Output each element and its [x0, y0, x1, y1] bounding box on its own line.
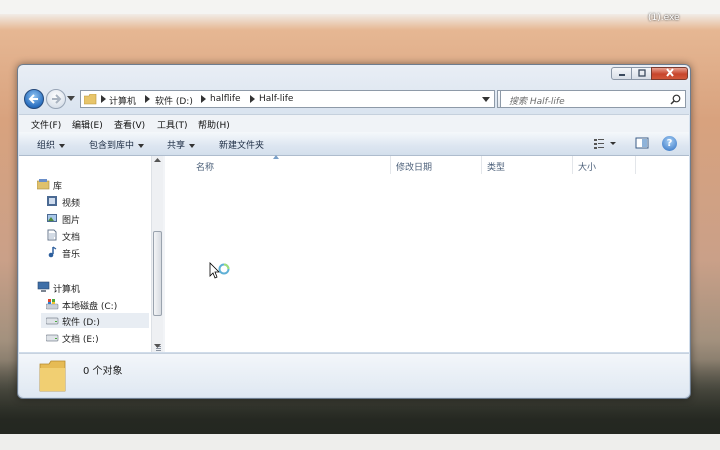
search-box[interactable]: 搜索 Half-life — [500, 90, 686, 108]
column-header-name[interactable]: 名称 — [196, 160, 214, 173]
tree-item-label: 软件 (D:) — [62, 318, 100, 328]
tree-item-software-d[interactable]: 软件 (D:) — [41, 313, 149, 328]
tree-item-videos[interactable]: 视频 — [46, 194, 149, 209]
explorer-window: 计算机 软件 (D:) halflife Half-life 搜索 Half-l… — [17, 64, 691, 399]
menu-file[interactable]: 文件(F) — [31, 118, 61, 131]
search-placeholder: 搜索 Half-life — [509, 97, 565, 107]
busy-cursor-icon — [209, 262, 230, 279]
scroll-up-icon[interactable] — [154, 158, 161, 162]
content-area: 库 视频 图片 文档 音乐 计算机 本地磁盘 (C:) 软件 (D:) 文档 (… — [19, 155, 689, 352]
tree-item-computer[interactable]: 计算机 — [37, 280, 149, 295]
details-pane: 0 个对象 — [19, 353, 689, 397]
picture-icon — [47, 214, 57, 222]
preview-pane-icon[interactable] — [635, 136, 649, 150]
back-icon — [28, 94, 38, 104]
sort-arrow-icon — [273, 155, 279, 159]
document-icon — [47, 229, 57, 241]
new-folder-button[interactable]: 新建文件夹 — [219, 138, 264, 151]
close-button[interactable] — [651, 67, 688, 80]
tree-item-local-disk-c[interactable]: 本地磁盘 (C:) — [46, 297, 149, 312]
column-divider[interactable] — [481, 156, 482, 174]
breadcrumb-arrow-icon[interactable] — [201, 95, 206, 103]
search-icon[interactable] — [670, 94, 681, 105]
menu-bar: 文件(F) 编辑(E) 查看(V) 工具(T) 帮助(H) — [19, 114, 689, 133]
address-dropdown-icon[interactable] — [482, 97, 490, 102]
column-divider[interactable] — [390, 156, 391, 174]
folder-icon — [84, 94, 97, 105]
tree-item-pictures[interactable]: 图片 — [46, 211, 149, 226]
tree-item-label: 库 — [53, 182, 63, 192]
help-icon[interactable]: ? — [662, 136, 677, 151]
maximize-icon — [637, 69, 646, 77]
tree-item-label: 计算机 — [53, 285, 81, 295]
column-header-size[interactable]: 大小 — [578, 160, 596, 173]
tree-item-label: 视频 — [62, 199, 81, 209]
organize-label: 组织 — [37, 141, 56, 151]
library-icon — [37, 179, 50, 190]
navigation-scrollbar[interactable] — [151, 156, 163, 352]
recent-pages-dropdown-icon[interactable] — [67, 96, 75, 101]
address-bar[interactable]: 计算机 软件 (D:) halflife Half-life — [80, 90, 495, 108]
maximize-button[interactable] — [631, 67, 652, 80]
top-stripe — [0, 0, 720, 14]
include-in-library-label: 包含到库中 — [89, 141, 135, 151]
tree-item-libraries[interactable]: 库 — [37, 177, 149, 192]
tree-item-label: 图片 — [62, 216, 81, 226]
drive-icon — [46, 317, 59, 325]
column-header-type[interactable]: 类型 — [487, 160, 505, 173]
menu-help[interactable]: 帮助(H) — [198, 118, 230, 131]
tree-item-documents[interactable]: 文档 — [46, 228, 149, 243]
menu-view[interactable]: 查看(V) — [114, 118, 145, 131]
video-icon — [47, 196, 57, 206]
column-divider[interactable] — [635, 156, 636, 174]
item-count: 0 个对象 — [83, 366, 123, 377]
music-icon — [48, 246, 57, 258]
tree-item-label: 文档 (E:) — [62, 335, 99, 345]
column-divider[interactable] — [572, 156, 573, 174]
breadcrumb-computer[interactable]: 计算机 — [109, 94, 136, 107]
include-in-library-button[interactable]: 包含到库中 — [89, 138, 145, 151]
computer-icon — [37, 281, 50, 292]
breadcrumb-halflife[interactable]: halflife — [210, 94, 241, 104]
scrollbar-thumb[interactable] — [153, 231, 162, 347]
tree-item-label: 音乐 — [62, 250, 81, 260]
system-drive-icon — [46, 299, 59, 310]
back-button[interactable] — [24, 89, 44, 109]
tree-item-music[interactable]: 音乐 — [46, 245, 149, 260]
organize-button[interactable]: 组织 — [37, 138, 66, 151]
menu-tools[interactable]: 工具(T) — [157, 118, 188, 131]
breadcrumb-arrow-icon[interactable] — [101, 95, 106, 103]
breadcrumb-half-life[interactable]: Half-life — [259, 94, 293, 104]
bottom-stripe — [0, 434, 720, 450]
forward-button[interactable] — [46, 89, 66, 109]
desktop-file-label[interactable]: (1).exe — [648, 13, 680, 23]
forward-icon — [52, 94, 62, 104]
breadcrumb-drive-d[interactable]: 软件 (D:) — [155, 94, 193, 107]
share-label: 共享 — [167, 141, 186, 151]
drive-icon — [46, 334, 59, 342]
breadcrumb-arrow-icon[interactable] — [250, 95, 255, 103]
breadcrumb-arrow-icon[interactable] — [145, 95, 150, 103]
tree-item-docs-e[interactable]: 文档 (E:) — [46, 330, 149, 345]
minimize-button[interactable] — [611, 67, 632, 80]
folder-icon — [39, 360, 66, 392]
column-header-modified[interactable]: 修改日期 — [396, 160, 432, 173]
navigation-pane: 库 视频 图片 文档 音乐 计算机 本地磁盘 (C:) 软件 (D:) 文档 (… — [19, 156, 151, 352]
command-bar: 组织 包含到库中 共享 新建文件夹 ? — [19, 132, 689, 156]
minimize-icon — [618, 74, 625, 76]
tree-item-label: 本地磁盘 (C:) — [62, 302, 118, 312]
view-icon[interactable] — [593, 136, 619, 150]
chevron-down-icon — [189, 143, 196, 148]
chevron-down-icon — [138, 143, 145, 148]
scroll-down-icon[interactable] — [154, 344, 161, 348]
chevron-down-icon — [59, 143, 66, 148]
file-list[interactable]: 名称 修改日期 类型 大小 — [165, 155, 689, 352]
menu-edit[interactable]: 编辑(E) — [72, 118, 103, 131]
share-button[interactable]: 共享 — [167, 138, 196, 151]
close-icon — [665, 68, 674, 77]
tree-item-label: 文档 — [62, 233, 81, 243]
